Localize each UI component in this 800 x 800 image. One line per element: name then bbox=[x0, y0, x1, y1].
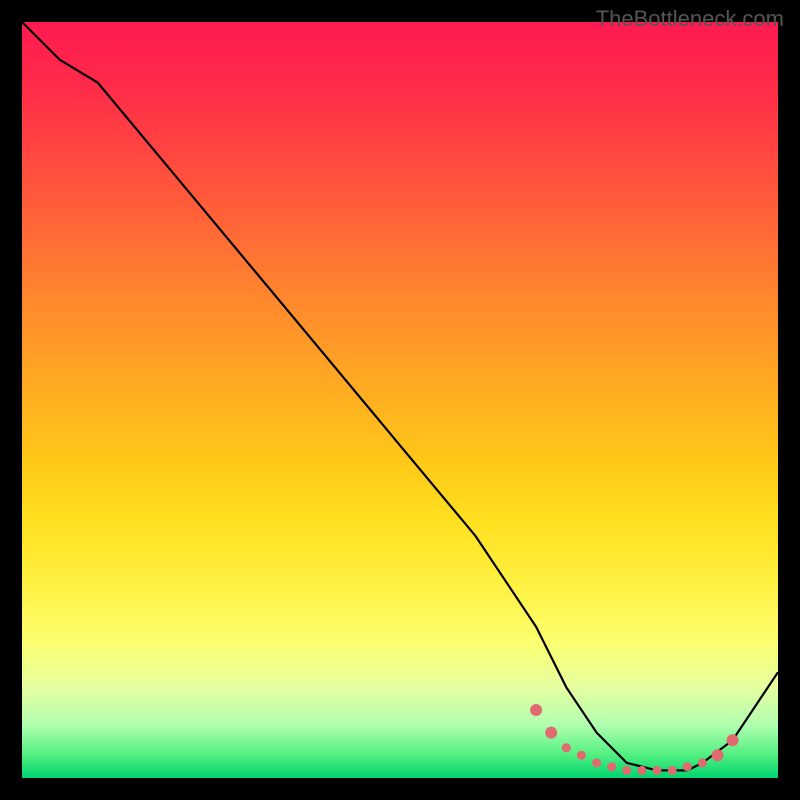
watermark-text: TheBottleneck.com bbox=[596, 6, 784, 32]
chart-container: TheBottleneck.com bbox=[0, 0, 800, 800]
marker-dot bbox=[637, 766, 646, 775]
marker-dot bbox=[727, 734, 739, 746]
marker-dot bbox=[577, 751, 586, 760]
marker-dot bbox=[607, 762, 616, 771]
marker-dot bbox=[668, 766, 677, 775]
curve-svg bbox=[22, 22, 778, 778]
bottleneck-curve bbox=[22, 22, 778, 770]
marker-dot bbox=[592, 758, 601, 767]
marker-dot bbox=[653, 766, 662, 775]
plot-area bbox=[22, 22, 778, 778]
marker-dot bbox=[530, 704, 542, 716]
marker-dot bbox=[712, 749, 724, 761]
marker-dot bbox=[562, 743, 571, 752]
marker-dot bbox=[683, 762, 692, 771]
marker-dot bbox=[545, 727, 557, 739]
marker-dot bbox=[698, 758, 707, 767]
marker-dot bbox=[622, 766, 631, 775]
